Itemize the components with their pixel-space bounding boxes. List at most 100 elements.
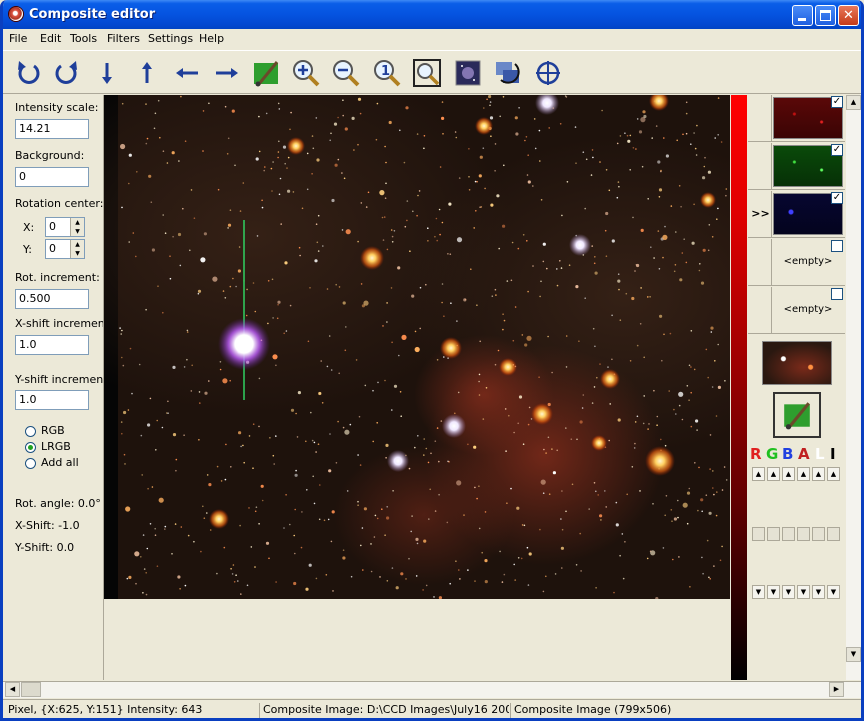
zoom-fit-button[interactable] [409, 56, 445, 90]
close-button[interactable]: ✕ [838, 5, 859, 26]
minimize-button[interactable] [792, 5, 813, 26]
green-channel-checkbox[interactable]: ✓ [831, 144, 843, 156]
star [478, 380, 480, 383]
menu-edit[interactable]: Edit [40, 32, 61, 45]
star-image-button[interactable] [450, 56, 486, 90]
y-up-icon[interactable]: ▲ [71, 240, 84, 249]
slider-down-icon[interactable]: ▼ [752, 585, 765, 599]
slider-thumb[interactable] [782, 527, 795, 541]
y-spin-buttons[interactable]: ▲ ▼ [70, 240, 84, 258]
channel-red-selector[interactable] [750, 95, 772, 141]
composite-image[interactable] [104, 95, 730, 599]
radio-add-all-label[interactable]: Add all [41, 456, 79, 469]
slider-up-icon[interactable]: ▲ [827, 467, 840, 481]
rotate-left-button[interactable] [11, 56, 47, 90]
scroll-up-icon[interactable]: ▲ [846, 95, 861, 110]
slider-down-icon[interactable]: ▼ [797, 585, 810, 599]
rot-increment-input[interactable]: 0.500 [15, 289, 89, 309]
vertical-scrollbar[interactable]: ▲ ▼ [846, 95, 861, 680]
title-bar[interactable]: Composite editor ✕ [3, 0, 861, 29]
slider-g[interactable]: ▲ ▼ [767, 467, 780, 602]
star [608, 189, 611, 192]
shift-left-icon [176, 68, 198, 78]
slider-down-icon[interactable]: ▼ [812, 585, 825, 599]
slider-down-icon[interactable]: ▼ [767, 585, 780, 599]
composite-preview-thumbnail[interactable] [762, 341, 832, 385]
y-down-icon[interactable]: ▼ [71, 249, 84, 258]
slider-up-icon[interactable]: ▲ [812, 467, 825, 481]
slider-up-icon[interactable]: ▲ [752, 467, 765, 481]
slider-thumb[interactable] [812, 527, 825, 541]
shift-down-button[interactable] [89, 56, 125, 90]
slider-thumb[interactable] [767, 527, 780, 541]
channel-empty-2[interactable]: <empty> [748, 287, 845, 334]
channel-green-selector[interactable] [750, 143, 772, 189]
channel-empty-1-selector[interactable] [750, 239, 772, 285]
slider-up-icon[interactable]: ▲ [782, 467, 795, 481]
star [357, 454, 359, 456]
align-button[interactable] [490, 56, 526, 90]
horizontal-scrollbar[interactable]: ◀ ▶ [3, 681, 861, 698]
background-input[interactable]: 0 [15, 167, 89, 187]
radio-lrgb[interactable] [25, 442, 36, 453]
slider-down-icon[interactable]: ▼ [782, 585, 795, 599]
shift-up-button[interactable] [129, 56, 165, 90]
image-viewport[interactable] [103, 95, 730, 680]
slider-thumb[interactable] [827, 527, 840, 541]
slider-up-icon[interactable]: ▲ [797, 467, 810, 481]
blue-channel-checkbox[interactable]: ✓ [831, 192, 843, 204]
radio-rgb-label[interactable]: RGB [41, 424, 65, 437]
channel-blue-selector[interactable]: >> [750, 191, 772, 237]
radio-lrgb-label[interactable]: LRGB [41, 440, 71, 453]
slider-thumb[interactable] [752, 527, 765, 541]
slider-i[interactable]: ▲ ▼ [827, 467, 840, 602]
rotate-right-button[interactable] [48, 56, 84, 90]
shift-right-button[interactable] [209, 56, 245, 90]
empty-1-checkbox[interactable] [831, 240, 843, 252]
slider-b[interactable]: ▲ ▼ [782, 467, 795, 602]
paint-button[interactable] [248, 56, 284, 90]
menu-help[interactable]: Help [199, 32, 224, 45]
slider-l[interactable]: ▲ ▼ [812, 467, 825, 602]
menu-filters[interactable]: Filters [107, 32, 140, 45]
xshift-increment-input[interactable]: 1.0 [15, 335, 89, 355]
channel-blue[interactable]: >> ✓ [748, 191, 845, 238]
slider-a[interactable]: ▲ ▼ [797, 467, 810, 602]
menu-file[interactable]: File [9, 32, 27, 45]
slider-thumb[interactable] [797, 527, 810, 541]
channel-empty-1[interactable]: <empty> [748, 239, 845, 286]
yshift-increment-input[interactable]: 1.0 [15, 390, 89, 410]
zoom-in-button[interactable] [288, 56, 324, 90]
red-channel-checkbox[interactable]: ✓ [831, 96, 843, 108]
app-icon[interactable] [8, 6, 24, 22]
slider-up-icon[interactable]: ▲ [767, 467, 780, 481]
channel-green[interactable]: ✓ [748, 143, 845, 190]
apply-paint-button[interactable] [773, 392, 821, 438]
zoom-out-button[interactable] [328, 56, 364, 90]
menu-settings[interactable]: Settings [148, 32, 193, 45]
y-stepper[interactable]: 0 ▲ ▼ [45, 239, 85, 259]
scroll-down-icon[interactable]: ▼ [846, 647, 861, 662]
intensity-input[interactable]: 14.21 [15, 119, 89, 139]
x-spin-buttons[interactable]: ▲ ▼ [70, 218, 84, 236]
star [344, 127, 348, 131]
zoom-actual-button[interactable]: 1 [369, 56, 405, 90]
empty-2-checkbox[interactable] [831, 288, 843, 300]
radio-add-all[interactable] [25, 458, 36, 469]
scroll-thumb[interactable] [21, 682, 41, 697]
menu-tools[interactable]: Tools [70, 32, 97, 45]
x-stepper[interactable]: 0 ▲ ▼ [45, 217, 85, 237]
scroll-left-icon[interactable]: ◀ [5, 682, 20, 697]
x-down-icon[interactable]: ▼ [71, 227, 84, 236]
star [384, 145, 386, 148]
slider-down-icon[interactable]: ▼ [827, 585, 840, 599]
slider-r[interactable]: ▲ ▼ [752, 467, 765, 602]
x-up-icon[interactable]: ▲ [71, 218, 84, 227]
channel-empty-2-selector[interactable] [750, 287, 772, 333]
shift-left-button[interactable] [169, 56, 205, 90]
radio-rgb[interactable] [25, 426, 36, 437]
scroll-right-icon[interactable]: ▶ [829, 682, 844, 697]
maximize-button[interactable] [815, 5, 836, 26]
target-button[interactable] [530, 56, 566, 90]
channel-red[interactable]: ✓ [748, 95, 845, 142]
